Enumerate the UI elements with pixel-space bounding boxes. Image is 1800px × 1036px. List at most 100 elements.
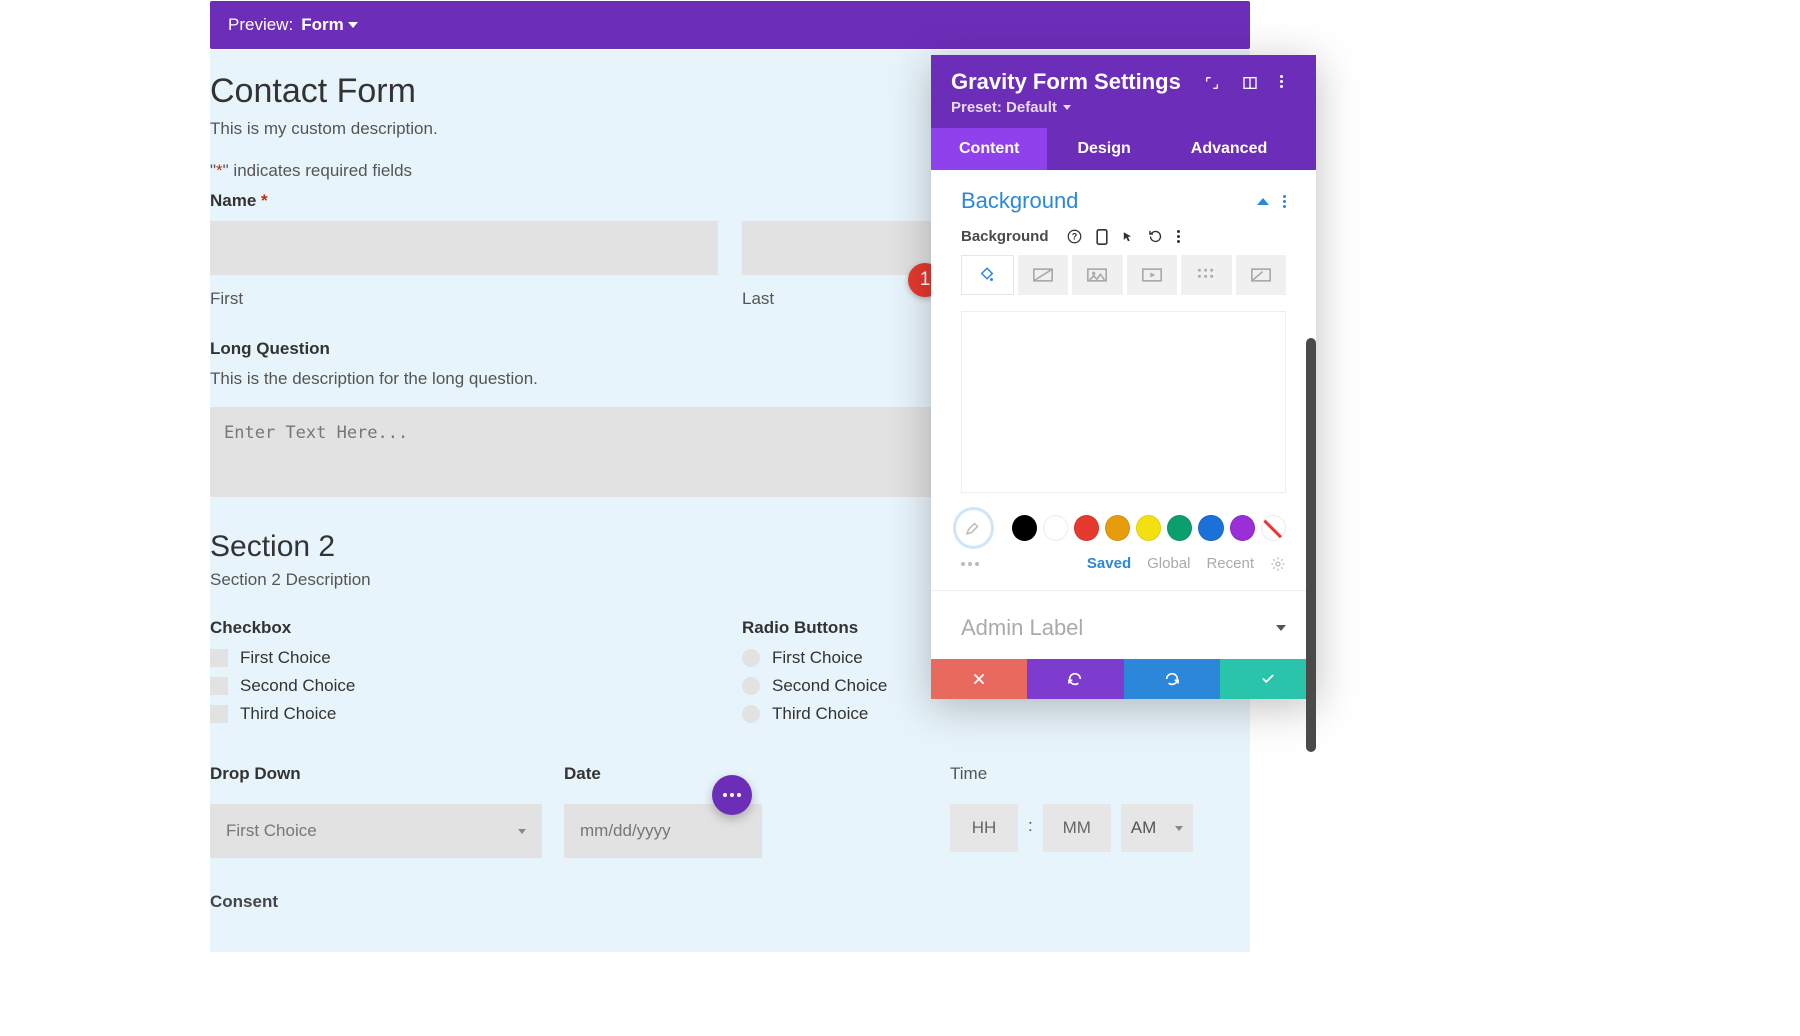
checkbox-option[interactable]: Second Choice — [210, 676, 718, 696]
tab-design[interactable]: Design — [1047, 128, 1160, 170]
date-placeholder: mm/dd/yyyy — [580, 821, 671, 841]
preview-value[interactable]: Form — [301, 15, 358, 35]
consent-label: Consent — [210, 892, 1250, 912]
admin-label-text: Admin Label — [961, 615, 1083, 641]
panel-title: Gravity Form Settings — [951, 69, 1181, 95]
dropdown-selected: First Choice — [226, 821, 317, 841]
module-options-button[interactable] — [712, 775, 752, 815]
layout-toggle-icon[interactable] — [1242, 75, 1258, 91]
more-dots-icon — [723, 793, 741, 797]
name-label-text: Name — [210, 191, 256, 210]
radio-icon — [742, 705, 760, 723]
panel-preset-text: Preset: Default — [951, 99, 1057, 116]
bg-tab-image[interactable] — [1072, 255, 1123, 295]
tab-content[interactable]: Content — [931, 128, 1047, 170]
background-label: Background — [961, 228, 1049, 245]
checkbox-icon — [210, 649, 228, 667]
preview-value-text: Form — [301, 15, 344, 35]
color-swatch[interactable] — [1043, 515, 1068, 541]
dropdown-select[interactable]: First Choice — [210, 804, 542, 858]
checkbox-option-text: First Choice — [240, 648, 331, 668]
background-title: Background — [961, 188, 1078, 214]
chevron-up-icon[interactable] — [1257, 198, 1269, 205]
gear-icon[interactable] — [1270, 556, 1286, 572]
bg-tab-video[interactable] — [1127, 255, 1178, 295]
kebab-menu-icon[interactable] — [1280, 75, 1296, 91]
color-swatch[interactable] — [1074, 515, 1099, 541]
more-dots-icon[interactable] — [961, 562, 979, 566]
color-swatch[interactable] — [1230, 515, 1255, 541]
color-swatch-row — [931, 503, 1316, 555]
checkbox-icon — [210, 705, 228, 723]
undo-button[interactable] — [1027, 659, 1123, 699]
panel-body: Background Background ? — [931, 170, 1316, 659]
radio-option-text: First Choice — [772, 648, 863, 668]
time-label: Time — [950, 764, 1250, 784]
color-swatch[interactable] — [1105, 515, 1130, 541]
eyedropper-button[interactable] — [953, 507, 994, 549]
color-swatch[interactable] — [1012, 515, 1037, 541]
panel-scrollbar[interactable] — [1306, 338, 1316, 752]
panel-footer — [931, 659, 1316, 699]
settings-panel: Gravity Form Settings Preset: Default Co… — [931, 55, 1316, 699]
bg-tab-mask[interactable] — [1236, 255, 1287, 295]
asterisk-icon: * — [216, 161, 223, 180]
time-separator: : — [1028, 816, 1033, 836]
bg-tab-gradient[interactable] — [1018, 255, 1069, 295]
swatch-meta-row: Saved Global Recent — [931, 555, 1316, 590]
redo-button[interactable] — [1124, 659, 1220, 699]
radio-icon — [742, 649, 760, 667]
preview-bar[interactable]: Preview: Form — [210, 1, 1250, 49]
background-section-header[interactable]: Background — [931, 170, 1316, 224]
checkbox-label: Checkbox — [210, 618, 718, 638]
radio-option[interactable]: Third Choice — [742, 704, 1250, 724]
chevron-down-icon — [518, 829, 526, 834]
checkbox-option[interactable]: First Choice — [210, 648, 718, 668]
preview-label: Preview: — [228, 15, 293, 35]
swatch-recent-tab[interactable]: Recent — [1206, 555, 1254, 572]
first-name-input[interactable] — [210, 221, 718, 275]
chevron-down-icon — [1276, 625, 1286, 631]
color-swatch[interactable] — [1136, 515, 1161, 541]
color-swatch[interactable] — [1198, 515, 1223, 541]
caret-down-icon — [348, 22, 358, 28]
chevron-down-icon — [1175, 826, 1183, 831]
svg-text:?: ? — [1071, 232, 1076, 242]
bg-tab-color[interactable] — [961, 255, 1014, 295]
bg-tab-pattern[interactable] — [1181, 255, 1232, 295]
time-ampm-select[interactable]: AM — [1121, 804, 1193, 852]
hover-cursor-icon[interactable] — [1122, 230, 1134, 244]
panel-header[interactable]: Gravity Form Settings Preset: Default — [931, 55, 1316, 128]
background-type-tabs — [931, 255, 1316, 295]
checkbox-option[interactable]: Third Choice — [210, 704, 718, 724]
kebab-menu-icon[interactable] — [1283, 195, 1286, 208]
admin-label-section[interactable]: Admin Label — [931, 590, 1316, 659]
mobile-icon[interactable] — [1096, 229, 1108, 245]
req-post: " indicates required fields — [223, 161, 412, 180]
radio-option-text: Third Choice — [772, 704, 868, 724]
swatch-saved-tab[interactable]: Saved — [1087, 555, 1131, 572]
color-swatch[interactable] — [1167, 515, 1192, 541]
color-swatch-none[interactable] — [1261, 515, 1286, 541]
expand-icon[interactable] — [1204, 75, 1220, 91]
cancel-button[interactable] — [931, 659, 1027, 699]
ampm-text: AM — [1131, 818, 1157, 838]
time-mm-input[interactable]: MM — [1043, 804, 1111, 852]
color-preview[interactable] — [961, 311, 1286, 493]
kebab-menu-icon[interactable] — [1177, 230, 1180, 243]
panel-tabs: Content Design Advanced — [931, 128, 1316, 170]
radio-option-text: Second Choice — [772, 676, 887, 696]
scroll-thumb[interactable] — [1306, 338, 1316, 752]
help-icon[interactable]: ? — [1067, 229, 1082, 244]
reset-icon[interactable] — [1148, 229, 1163, 244]
swatch-global-tab[interactable]: Global — [1147, 555, 1190, 572]
first-sublabel: First — [210, 289, 718, 309]
save-button[interactable] — [1220, 659, 1316, 699]
checkbox-option-text: Third Choice — [240, 704, 336, 724]
checkbox-option-text: Second Choice — [240, 676, 355, 696]
tab-advanced[interactable]: Advanced — [1161, 128, 1297, 170]
panel-preset[interactable]: Preset: Default — [951, 99, 1181, 116]
time-hh-input[interactable]: HH — [950, 804, 1018, 852]
checkbox-icon — [210, 677, 228, 695]
background-option-row: Background ? — [931, 224, 1316, 255]
